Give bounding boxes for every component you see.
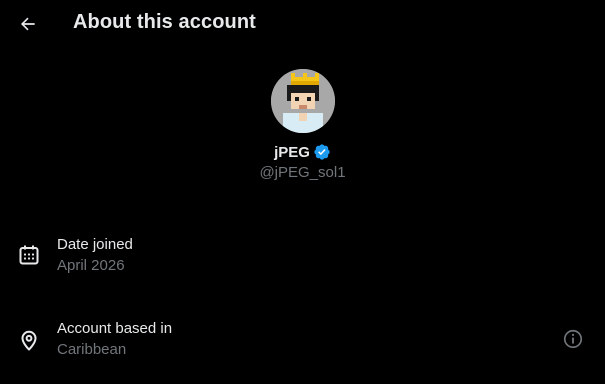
verified-badge-icon (314, 144, 330, 160)
date-joined-row: Date joined April 2026 (0, 235, 605, 291)
info-icon[interactable] (562, 328, 584, 350)
handle: @jPEG_sol1 (259, 164, 346, 181)
display-name: jPEG (274, 143, 310, 161)
profile-summary: jPEG @jPEG_sol1 (0, 69, 605, 181)
account-based-in-value: Caribbean (57, 341, 127, 358)
location-pin-icon (21, 330, 37, 351)
pixel-avatar-image (270, 69, 335, 133)
date-joined-value: April 2026 (57, 257, 125, 274)
back-button[interactable] (12, 8, 44, 40)
date-joined-label: Date joined (57, 236, 133, 253)
page-title: About this account (73, 11, 256, 33)
calendar-icon (19, 245, 39, 265)
avatar[interactable] (270, 69, 335, 133)
header-bar: About this account (0, 0, 605, 48)
account-based-in-label: Account based in (57, 320, 173, 337)
account-based-in-row: Account based in Caribbean (0, 319, 605, 375)
back-arrow-icon (20, 17, 35, 31)
display-name-row: jPEG (274, 143, 331, 161)
